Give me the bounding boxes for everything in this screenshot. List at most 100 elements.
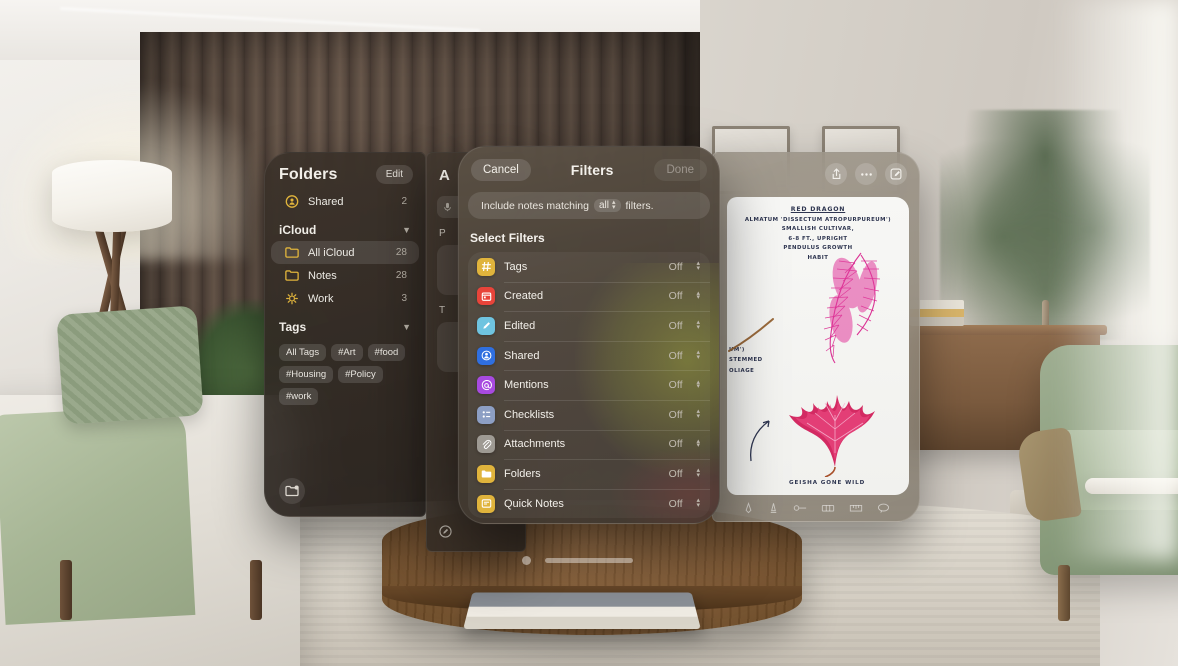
window-close-dot[interactable] [522,556,531,565]
shared-icon [477,346,495,365]
new-folder-icon [285,485,299,497]
chevron-down-icon[interactable]: ▼ [402,225,411,235]
edit-button[interactable]: Edit [375,165,413,184]
pen-tool-icon[interactable] [743,502,754,514]
eraser-tool-icon[interactable] [821,503,835,513]
more-options-button[interactable] [855,163,877,185]
ruler-tool-icon[interactable] [849,503,863,513]
sidebar-item-shared[interactable]: Shared 2 [271,190,419,213]
paperclip-icon [477,435,495,454]
note-toolbar [713,153,919,185]
page-title: Folders [279,165,338,183]
folders-sidebar-window: Folders Edit Shared 2 iCloud ▼ All iClou… [264,152,426,517]
stepper-arrows-icon[interactable]: ▴ ▾ [696,320,700,331]
compose-icon [890,168,902,180]
filter-value: Off [668,497,683,510]
filter-value: Off [668,349,683,362]
sidebar-item-work[interactable]: Work 3 [271,287,419,310]
handwriting-line: ALMATUM 'DISSECTUM ATROPURPUREUM') [744,216,892,223]
sidebar-item-count: 28 [395,247,407,258]
tag-pill[interactable]: #Art [331,344,363,361]
window-chrome [522,556,633,565]
stepper-arrows-icon[interactable]: ▴ ▾ [696,409,700,420]
sidebar-item-notes[interactable]: Notes 28 [271,264,419,287]
stepper-arrows-icon[interactable]: ▴ ▾ [696,379,700,390]
window-light [1058,0,1178,560]
stepper-arrows-icon[interactable]: ▴ ▾ [696,261,700,272]
match-suffix-label: filters. [625,199,654,212]
cancel-button[interactable]: Cancel [471,159,531,181]
match-mode-value: all [598,200,609,211]
folders-header: Folders Edit [265,153,425,190]
tag-pill[interactable]: #Housing [279,366,334,383]
match-mode-stepper[interactable]: all ▴ ▾ [593,199,621,212]
filter-row-tags[interactable]: Tags Off ▴ ▾ [468,252,710,282]
filter-value: Off [668,260,683,273]
share-icon [832,168,840,179]
compose-icon [439,525,452,538]
filter-row-shared[interactable]: Shared Off ▴ ▾ [468,340,710,371]
sidebar-item-all-icloud[interactable]: All iCloud 28 [271,241,419,264]
tag-pill[interactable]: #Policy [338,366,383,383]
note-detail-window: RED DRAGON ALMATUM 'DISSECTUM ATROPURPUR… [712,152,920,522]
annotation-arrow [749,420,770,462]
section-icloud[interactable]: iCloud ▼ [265,213,425,241]
sofa-leg [60,560,72,620]
filter-row-folders[interactable]: Folders Off ▴ ▾ [468,459,710,489]
folder-icon [285,247,299,258]
filters-header: Cancel Filters Done [459,147,719,189]
filter-value: Off [668,379,683,392]
filter-label: Created [504,290,544,303]
window-resize-bar[interactable] [545,558,633,563]
filter-row-quick-notes[interactable]: Quick Notes Off ▴ ▾ [468,488,710,519]
drawing-caption: GEISHA GONE WILD [789,480,866,487]
sidebar-item-count: 28 [395,270,407,281]
pencil-icon [477,316,495,335]
section-label: Tags [279,320,307,334]
filter-row-created[interactable]: Created Off ▴ ▾ [468,281,710,312]
tag-pill[interactable]: #work [279,388,319,405]
filter-label: Folders [504,467,541,480]
share-button[interactable] [825,163,847,185]
filters-list: Tags Off ▴ ▾ Created Off ▴ ▾ Edited Off ▴ ▾… [468,252,710,519]
handwriting-title: RED DRAGON [790,206,846,213]
gear-folder-icon [286,292,298,305]
compose-button[interactable] [885,163,907,185]
pink-leaf-drawing [823,252,881,364]
section-tags[interactable]: Tags ▼ [265,310,425,338]
new-folder-button[interactable] [279,478,305,504]
branch-stroke [728,318,774,352]
compose-button[interactable] [439,525,452,541]
chevron-down-icon[interactable]: ▼ [402,322,411,332]
handwriting-line: SMALLISH CULTIVAR, [781,226,855,233]
done-button[interactable]: Done [653,159,707,181]
sidebar-item-label: All iCloud [308,246,355,259]
lasso-tool-icon[interactable] [877,503,890,513]
tag-hash-icon [477,257,495,276]
filter-row-attachments[interactable]: Attachments Off ▴ ▾ [468,429,710,460]
filter-value: Off [668,319,683,332]
filter-label: Tags [504,260,528,273]
stepper-arrows-icon[interactable]: ▴ ▾ [696,468,700,479]
tag-pill[interactable]: All Tags [279,344,327,361]
checklist-icon [477,405,495,424]
stepper-arrows-icon[interactable]: ▴ ▾ [696,349,700,360]
pencil-tool-icon[interactable] [793,503,807,513]
stepper-arrows-icon[interactable]: ▴ ▾ [696,438,700,449]
marker-tool-icon[interactable] [768,502,779,514]
filter-label: Mentions [504,379,549,392]
drawing-tool-palette [713,497,919,519]
filter-row-edited[interactable]: Edited Off ▴ ▾ [468,311,710,341]
filter-row-mentions[interactable]: Mentions Off ▴ ▾ [468,370,710,400]
tag-pill[interactable]: #food [367,344,406,361]
filter-value: Off [668,438,683,451]
filter-label: Checklists [504,408,555,421]
stepper-arrows-icon[interactable]: ▴ ▾ [696,290,700,301]
floor-lamp [52,160,172,232]
sidebar-item-label: Work [308,292,334,305]
folder-icon [477,464,495,483]
sidebar-item-label: Notes [308,269,337,282]
note-canvas[interactable]: RED DRAGON ALMATUM 'DISSECTUM ATROPURPUR… [727,197,909,495]
filter-row-checklists[interactable]: Checklists Off ▴ ▾ [468,399,710,430]
stepper-arrows-icon[interactable]: ▴ ▾ [696,497,700,508]
